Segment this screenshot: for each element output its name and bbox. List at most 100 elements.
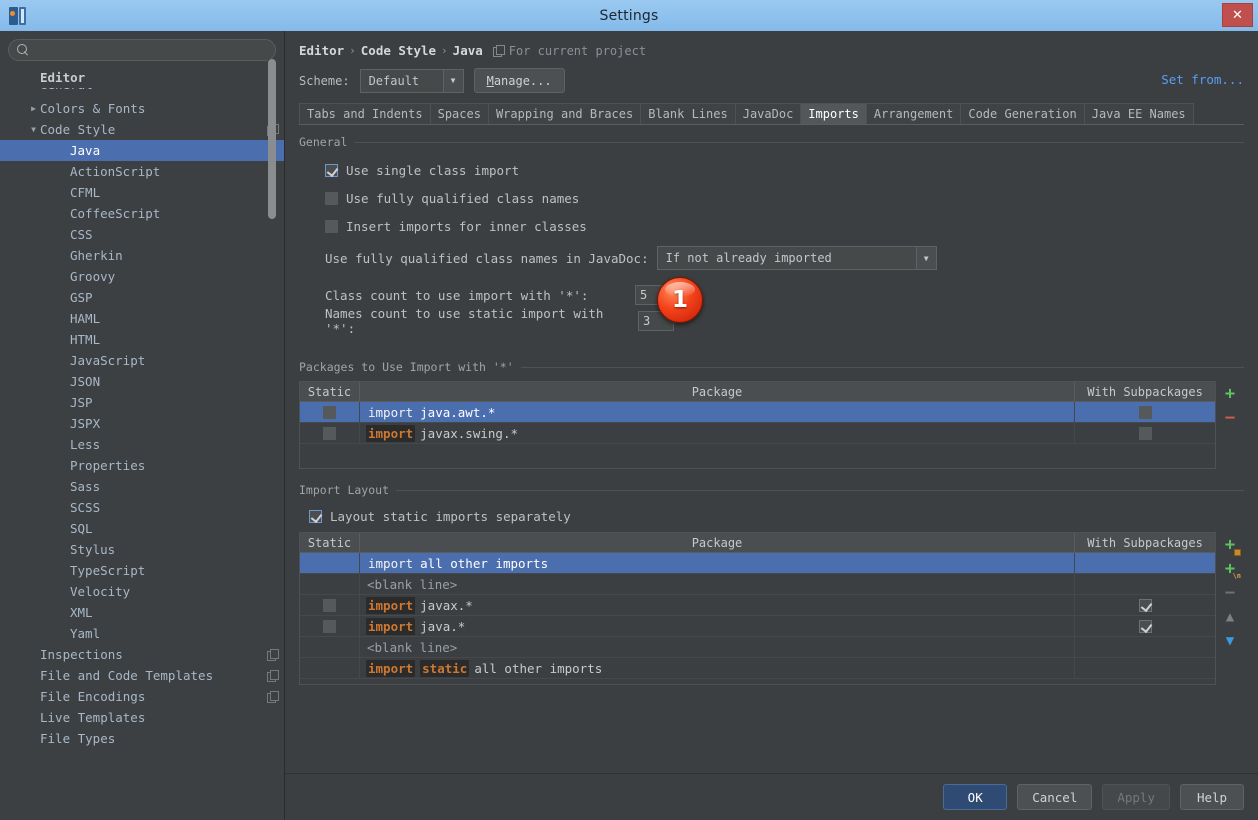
- sidebar-item-inspections[interactable]: Inspections: [0, 644, 284, 665]
- sidebar-item-javascript[interactable]: JavaScript: [0, 350, 284, 371]
- sidebar-item-jsp[interactable]: JSP: [0, 392, 284, 413]
- cell-package[interactable]: importstaticall other imports: [360, 658, 1075, 678]
- javadoc-fqn-select[interactable]: If not already imported ▼: [657, 246, 937, 270]
- layout-static-separately-row[interactable]: Layout static imports separately: [299, 504, 1244, 528]
- sidebar-item-colors-fonts[interactable]: ▶Colors & Fonts: [0, 98, 284, 119]
- sidebar-item-file-encodings[interactable]: File Encodings: [0, 686, 284, 707]
- sidebar-item-file-types[interactable]: File Types: [0, 728, 284, 749]
- search-input[interactable]: [34, 42, 267, 58]
- sidebar-item-properties[interactable]: Properties: [0, 455, 284, 476]
- sidebar-item-xml[interactable]: XML: [0, 602, 284, 623]
- sidebar-item-json[interactable]: JSON: [0, 371, 284, 392]
- add-package-entry-button[interactable]: +: [1219, 534, 1241, 556]
- cell-package[interactable]: <blank line>: [360, 574, 1075, 594]
- table-row[interactable]: importall other imports: [300, 553, 1215, 574]
- sidebar-item-coffeescript[interactable]: CoffeeScript: [0, 203, 284, 224]
- layout-table-body[interactable]: importall other imports<blank line>impor…: [300, 553, 1215, 685]
- cell-package[interactable]: <blank line>: [360, 637, 1075, 657]
- sidebar-item-less[interactable]: Less: [0, 434, 284, 455]
- chevron-down-icon[interactable]: ▼: [916, 247, 936, 269]
- copy-settings-icon[interactable]: [267, 649, 278, 660]
- sidebar-item-file-and-code-templates[interactable]: File and Code Templates: [0, 665, 284, 686]
- general-checkbox-row[interactable]: Use single class import: [299, 156, 1244, 184]
- table-row[interactable]: <blank line>: [300, 574, 1215, 595]
- sidebar-item-cfml[interactable]: CFML: [0, 182, 284, 203]
- chevron-down-icon[interactable]: ▼: [443, 70, 463, 92]
- close-icon[interactable]: ✕: [1222, 3, 1253, 27]
- cancel-button[interactable]: Cancel: [1017, 784, 1092, 810]
- sidebar-item-editor[interactable]: Editor: [0, 67, 284, 88]
- sidebar-item-css[interactable]: CSS: [0, 224, 284, 245]
- general-checkbox-row[interactable]: Insert imports for inner classes: [299, 212, 1244, 240]
- with-subpackages-checkbox[interactable]: [1139, 406, 1152, 419]
- table-row[interactable]: importjavax.*: [300, 595, 1215, 616]
- layout-static-separately-checkbox[interactable]: [309, 510, 322, 523]
- cell-package[interactable]: importjavax.swing.*: [360, 423, 1075, 443]
- move-entry-down-button[interactable]: ▼: [1219, 630, 1241, 652]
- packages-table[interactable]: Static Package With Subpackages importja…: [299, 381, 1216, 469]
- copy-settings-icon[interactable]: [267, 670, 278, 681]
- table-row[interactable]: importstaticall other imports: [300, 658, 1215, 679]
- checkbox-insert-imports-for-inner-classes[interactable]: [325, 220, 338, 233]
- table-row[interactable]: importjava.awt.*: [300, 402, 1215, 423]
- breadcrumb-code-style[interactable]: Code Style: [361, 43, 436, 58]
- sidebar-item-code-style[interactable]: ▼Code Style: [0, 119, 284, 140]
- with-subpackages-checkbox[interactable]: [1139, 599, 1152, 612]
- cell-package[interactable]: importall other imports: [360, 553, 1075, 573]
- sidebar-item-stylus[interactable]: Stylus: [0, 539, 284, 560]
- chevron-down-icon[interactable]: ▼: [27, 126, 40, 134]
- tab-tabs-and-indents[interactable]: Tabs and Indents: [299, 103, 431, 124]
- copy-settings-icon[interactable]: [267, 691, 278, 702]
- tab-code-generation[interactable]: Code Generation: [960, 103, 1084, 124]
- checkbox-use-fully-qualified-class-names[interactable]: [325, 192, 338, 205]
- sidebar-item-sass[interactable]: Sass: [0, 476, 284, 497]
- layout-table[interactable]: Static Package With Subpackages importal…: [299, 532, 1216, 685]
- add-package-button[interactable]: +: [1219, 383, 1241, 405]
- static-checkbox[interactable]: [323, 406, 336, 419]
- tab-spaces[interactable]: Spaces: [430, 103, 489, 124]
- tab-arrangement[interactable]: Arrangement: [866, 103, 961, 124]
- scheme-select[interactable]: Default ▼: [360, 69, 464, 93]
- sidebar-item-haml[interactable]: HAML: [0, 308, 284, 329]
- help-button[interactable]: Help: [1180, 784, 1244, 810]
- sidebar-item-gherkin[interactable]: Gherkin: [0, 245, 284, 266]
- tab-imports[interactable]: Imports: [800, 103, 867, 124]
- sidebar-item-scss[interactable]: SCSS: [0, 497, 284, 518]
- packages-table-body[interactable]: importjava.awt.*importjavax.swing.*: [300, 402, 1215, 468]
- sidebar-item-live-templates[interactable]: Live Templates: [0, 707, 284, 728]
- table-row[interactable]: importjava.*: [300, 616, 1215, 637]
- sidebar-item-jspx[interactable]: JSPX: [0, 413, 284, 434]
- general-checkbox-list[interactable]: Use single class importUse fully qualifi…: [299, 156, 1244, 240]
- breadcrumb-java[interactable]: Java: [453, 43, 483, 58]
- sidebar-item-actionscript[interactable]: ActionScript: [0, 161, 284, 182]
- sidebar-item-yaml[interactable]: Yaml: [0, 623, 284, 644]
- search-box[interactable]: [8, 39, 276, 61]
- checkbox-use-single-class-import[interactable]: [325, 164, 338, 177]
- sidebar-scrollbar-thumb[interactable]: [268, 59, 276, 219]
- cell-package[interactable]: importjava.*: [360, 616, 1075, 636]
- chevron-right-icon[interactable]: ▶: [27, 105, 40, 113]
- general-checkbox-row[interactable]: Use fully qualified class names: [299, 184, 1244, 212]
- manage-schemes-button[interactable]: Manage...: [474, 68, 565, 93]
- set-from-link[interactable]: Set from...: [1161, 72, 1244, 87]
- static-checkbox[interactable]: [323, 620, 336, 633]
- with-subpackages-checkbox[interactable]: [1139, 427, 1152, 440]
- breadcrumb-editor[interactable]: Editor: [299, 43, 344, 58]
- sidebar-item-typescript[interactable]: TypeScript: [0, 560, 284, 581]
- sidebar-item-velocity[interactable]: Velocity: [0, 581, 284, 602]
- tab-blank-lines[interactable]: Blank Lines: [640, 103, 735, 124]
- table-row[interactable]: importjavax.swing.*: [300, 423, 1215, 444]
- sidebar-scrollbar[interactable]: [268, 59, 276, 524]
- tab-java-ee-names[interactable]: Java EE Names: [1084, 103, 1194, 124]
- table-row[interactable]: <blank line>: [300, 637, 1215, 658]
- sidebar-item-gsp[interactable]: GSP: [0, 287, 284, 308]
- static-checkbox[interactable]: [323, 599, 336, 612]
- add-blank-line-button[interactable]: +\n: [1219, 558, 1241, 580]
- cell-package[interactable]: importjava.awt.*: [360, 402, 1075, 422]
- sidebar-item-general[interactable]: ▶General: [0, 88, 284, 98]
- with-subpackages-checkbox[interactable]: [1139, 620, 1152, 633]
- ok-button[interactable]: OK: [943, 784, 1007, 810]
- static-checkbox[interactable]: [323, 427, 336, 440]
- tab-javadoc[interactable]: JavaDoc: [735, 103, 802, 124]
- code-style-tabs[interactable]: Tabs and IndentsSpacesWrapping and Brace…: [299, 103, 1244, 125]
